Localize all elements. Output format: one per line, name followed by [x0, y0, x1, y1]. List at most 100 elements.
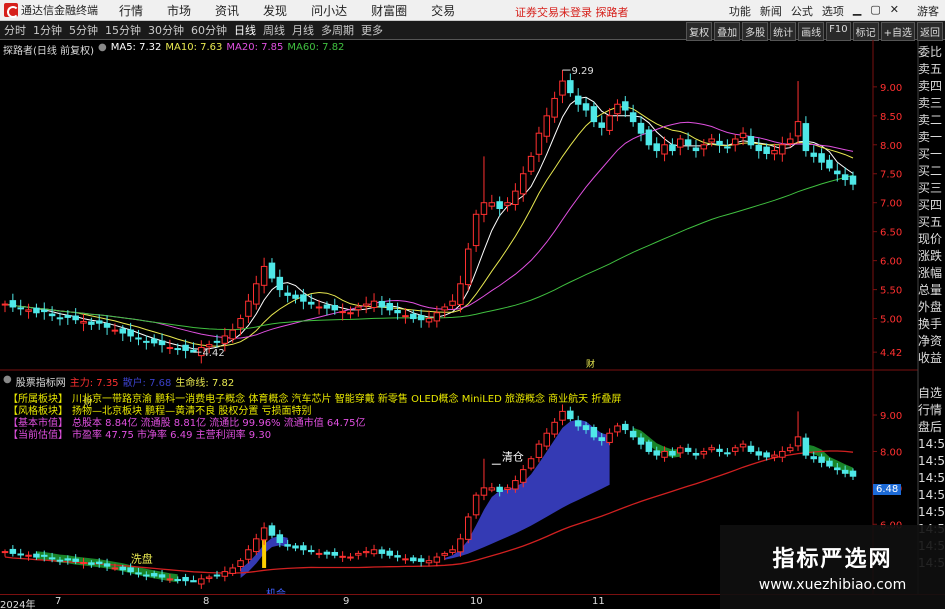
tab-15min[interactable]: 15分钟 — [105, 22, 141, 38]
tool-stats-button[interactable]: 统计 — [770, 22, 797, 41]
tool-adjust-button[interactable]: 复权 — [686, 22, 713, 41]
low-label: 4.42 — [202, 348, 224, 359]
tool-multi-button[interactable]: 多股 — [742, 22, 769, 41]
sub-legend: ● 股票指标网 主力: 7.35 散户: 7.68 生命线: 7.82 — [3, 374, 234, 389]
tick-panel-item[interactable]: 行情 — [918, 402, 945, 419]
sub-candle-body — [213, 574, 221, 577]
settings-dot-icon[interactable]: ● — [3, 374, 12, 389]
sub-candle-body — [724, 452, 731, 455]
sub-candle-body — [394, 555, 401, 558]
candle-body — [386, 303, 393, 311]
y-tick-label: 9.00 — [880, 83, 902, 94]
candle-body — [763, 146, 770, 154]
tab-30min[interactable]: 30分钟 — [148, 22, 184, 38]
menu-item-discover[interactable]: 发现 — [263, 2, 287, 19]
app-logo-icon — [4, 3, 19, 18]
menu-item-ask[interactable]: 问小达 — [311, 2, 347, 19]
sub-candle-body — [143, 574, 150, 577]
tool-overlay-button[interactable]: 叠加 — [714, 22, 741, 41]
candle-body — [95, 320, 103, 324]
lifeline-label: 生命线: 7.82 — [175, 378, 235, 389]
tab-60min[interactable]: 60分钟 — [191, 22, 227, 38]
candle-body — [150, 338, 158, 344]
y-axis-main: 4.42 5.00 5.50 6.00 6.50 7.00 7.50 8.00 8.50 9.00 — [873, 83, 902, 359]
login-status[interactable]: 证券交易未登录 探路者 — [515, 4, 629, 20]
maximize-icon[interactable]: ▢ — [870, 3, 880, 19]
candle-body — [441, 306, 448, 311]
order-panel-item: 委比 — [918, 45, 943, 59]
tab-monthly[interactable]: 月线 — [292, 22, 314, 38]
menu-item-board[interactable]: 市场 — [167, 2, 191, 19]
tick-panel-item[interactable]: 盘后 — [918, 419, 945, 436]
order-panel-item: 涨幅 — [918, 266, 943, 280]
candle-body — [574, 95, 582, 105]
minimize-icon[interactable]: ▁ — [853, 3, 861, 19]
candle-body — [669, 144, 676, 152]
add-watchlist-button[interactable]: +自选 — [880, 22, 915, 41]
menu-item-wealth[interactable]: 财富圈 — [371, 2, 407, 19]
tick-panel-item[interactable]: 自选 — [918, 385, 945, 402]
sub-candle-body — [519, 469, 527, 483]
tool-f10-button[interactable]: F10 — [826, 22, 851, 41]
settings-dot-icon[interactable]: ● — [98, 42, 107, 57]
tab-5min[interactable]: 5分钟 — [69, 22, 98, 38]
tab-more[interactable]: 更多 — [361, 22, 383, 38]
candle-body — [598, 122, 605, 128]
sub-candle-body — [849, 470, 857, 477]
sub-candle-body — [315, 552, 323, 555]
sub-candle-body — [802, 437, 810, 456]
sub-candle-body — [794, 436, 802, 447]
candle-body — [56, 317, 64, 320]
period-tabs: 分时 1分钟 5分钟 15分钟 30分钟 60分钟 日线 周线 月线 多周期 更… — [4, 22, 390, 38]
sub-candle-body — [9, 548, 17, 554]
menu-item-formula[interactable]: 公式 — [791, 3, 813, 19]
menu-item-market[interactable]: 行情 — [119, 2, 143, 19]
price-chart[interactable]: 4.42 5.00 5.50 6.00 6.50 7.00 7.50 8.00 8.50 9.00… — [0, 40, 945, 595]
menu-item-news[interactable]: 资讯 — [215, 2, 239, 19]
candle-body — [739, 132, 747, 139]
sub-candle-body — [700, 450, 708, 455]
back-button[interactable]: 返回 — [917, 22, 943, 41]
sub-candle-body — [268, 525, 276, 536]
tab-weekly[interactable]: 周线 — [263, 22, 285, 38]
tab-multi[interactable]: 多周期 — [321, 22, 354, 38]
candle-body — [841, 174, 849, 181]
order-panel-item: 涨跌 — [918, 249, 943, 263]
sub-candle-body — [818, 456, 825, 463]
candle-body — [331, 305, 339, 311]
menu-item-feed[interactable]: 新闻 — [760, 3, 782, 19]
menu-item-function[interactable]: 功能 — [729, 3, 751, 19]
candle-body — [143, 340, 150, 343]
candle-body — [205, 344, 213, 348]
candle-body — [237, 318, 244, 329]
sub-candle-body — [355, 552, 362, 556]
tool-mark-button[interactable]: 标记 — [852, 22, 879, 41]
menu-item-options[interactable]: 选项 — [822, 3, 844, 19]
sub-candle-body — [229, 567, 236, 574]
candle-body — [1, 303, 9, 306]
candle-body — [127, 329, 134, 337]
tab-timeshare[interactable]: 分时 — [4, 22, 26, 38]
current-price-tag: 6.48 — [873, 484, 902, 495]
sub-candle-body — [56, 559, 64, 562]
guest-label[interactable]: 游客 — [917, 3, 939, 19]
close-icon[interactable]: ✕ — [890, 3, 899, 19]
y-tick-label: 5.00 — [880, 315, 902, 326]
order-book-panel: 委比 卖五 卖四 卖三 卖二 卖一 买一 买二 买三 买四 买五 现价 涨跌 涨幅 总量 外盘 换手 净资 收益 — [918, 44, 945, 367]
sub-candle-body — [307, 549, 315, 553]
candle-body — [355, 306, 362, 311]
sub-candle-body — [33, 553, 40, 558]
tab-1min[interactable]: 1分钟 — [33, 22, 62, 38]
candle-body — [80, 320, 87, 324]
tool-draw-button[interactable]: 画线 — [798, 22, 825, 41]
tab-daily[interactable]: 日线 — [234, 22, 256, 38]
candle-body — [9, 300, 17, 308]
candle-body — [661, 144, 668, 155]
sub-candle-body — [386, 550, 393, 556]
sub-candle-body — [684, 447, 692, 452]
candle-body — [362, 303, 370, 307]
sub-candle-body — [661, 450, 668, 458]
sub-candle-body — [739, 443, 747, 448]
sub-candle-body — [1, 551, 9, 554]
menu-item-trade[interactable]: 交易 — [431, 2, 455, 19]
